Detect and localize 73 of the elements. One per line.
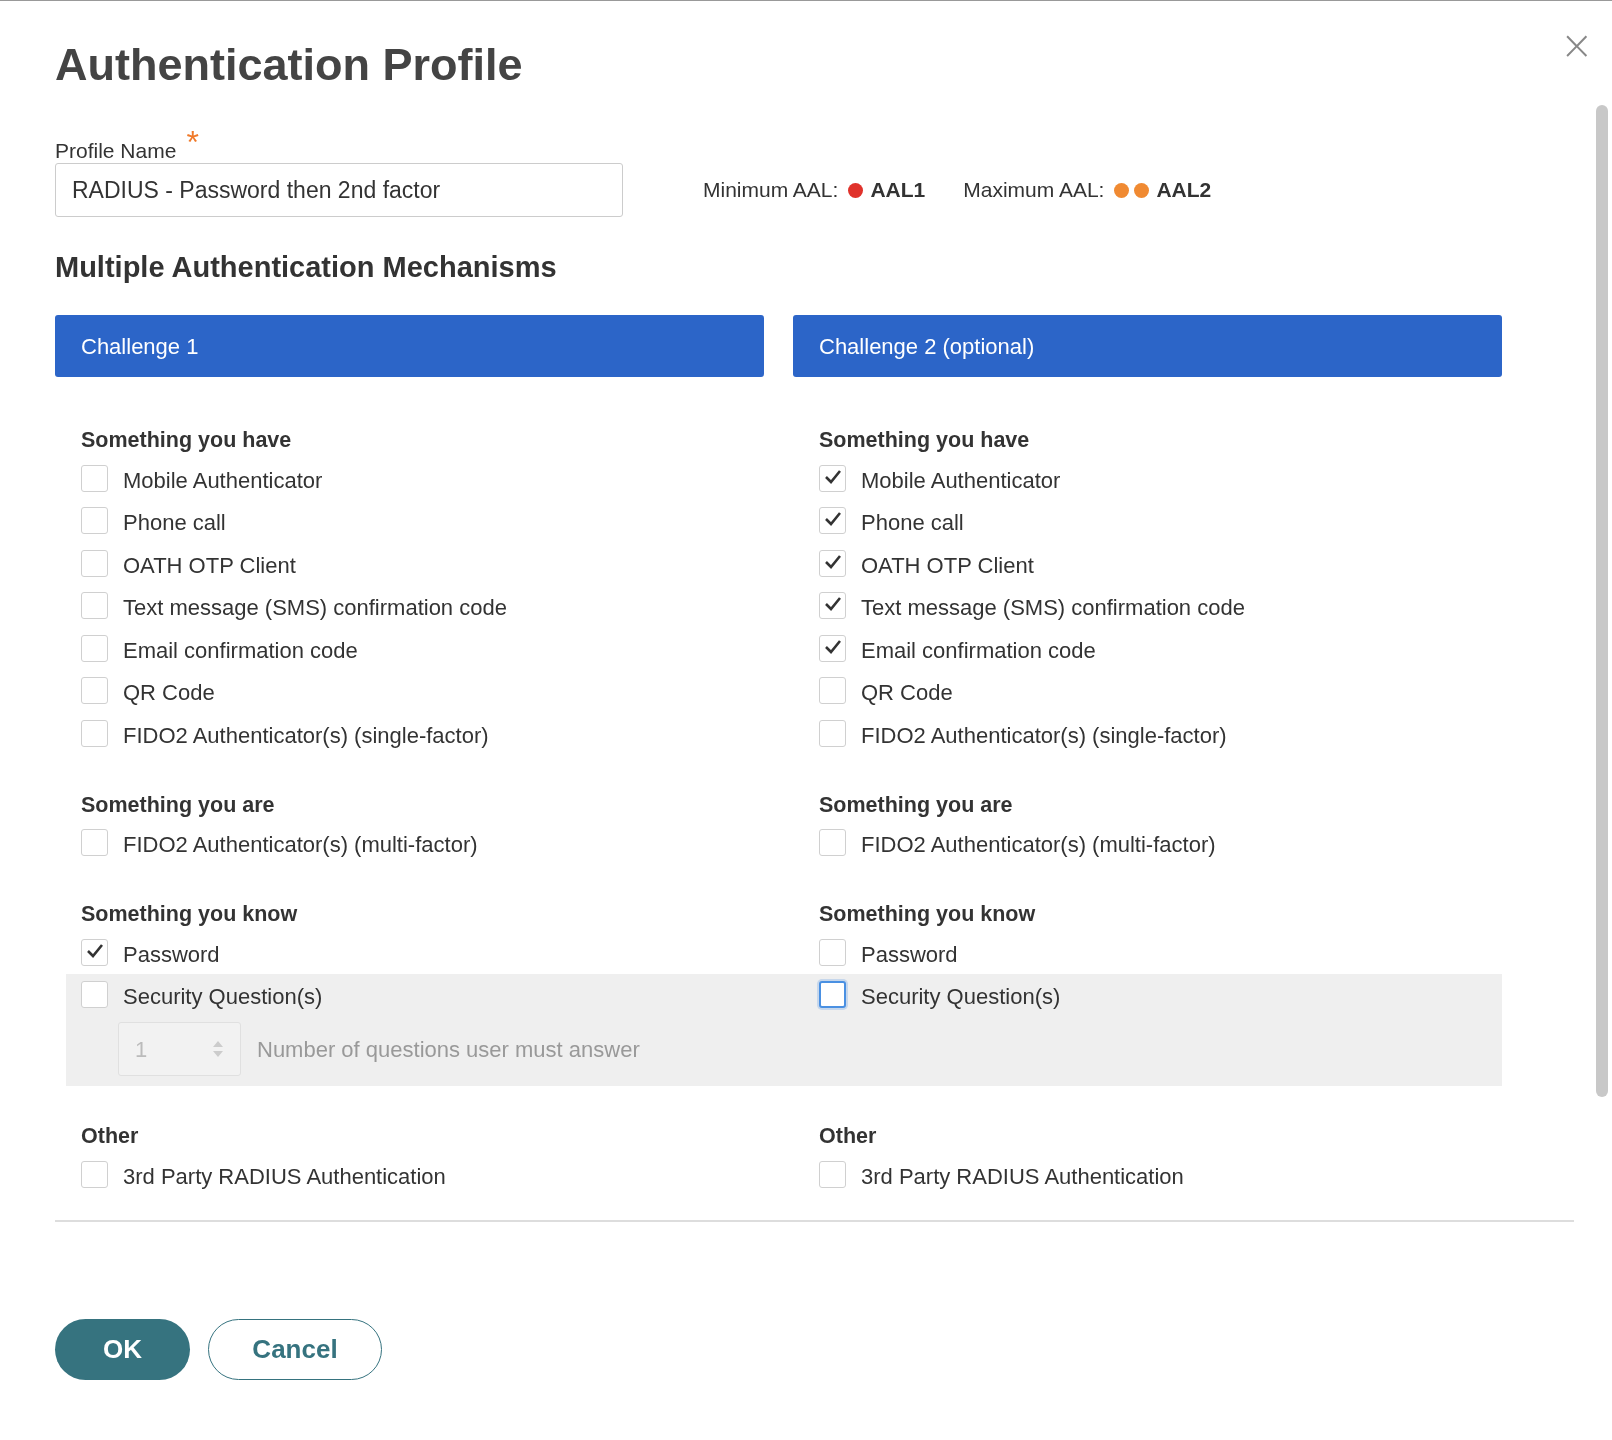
challenge-header: Challenge 2 (optional) (793, 315, 1502, 377)
checkbox[interactable] (819, 719, 846, 747)
checkbox-label: Text message (SMS) confirmation code (861, 594, 1245, 623)
checkbox-label: QR Code (861, 679, 953, 708)
checkbox-label: FIDO2 Authenticator(s) (single-factor) (123, 721, 489, 750)
field-label: Profile Name (55, 138, 177, 164)
checkbox[interactable] (819, 549, 846, 577)
checkbox[interactable] (81, 938, 108, 966)
group-title: Something you are (818, 791, 1014, 819)
checkbox-label: Email confirmation code (861, 636, 1096, 665)
checkbox[interactable] (81, 1160, 108, 1188)
checkmark-icon (824, 511, 842, 528)
required-mark: * (186, 127, 199, 157)
checkbox-label: OATH OTP Client (123, 551, 296, 580)
group-title: Something you have (818, 427, 1031, 454)
checkbox[interactable] (81, 677, 108, 705)
close-button[interactable]: × (1560, 27, 1594, 63)
group-title: Other (80, 1123, 140, 1150)
checkbox[interactable] (81, 592, 108, 620)
checkbox-label: Security Question(s) (123, 983, 323, 1012)
checkbox-label: FIDO2 Authenticator(s) (single-factor) (861, 721, 1227, 750)
checkbox-label: QR Code (123, 679, 215, 708)
checkbox[interactable] (81, 829, 108, 857)
checkbox-label: Text message (SMS) confirmation code (123, 594, 507, 623)
checkbox-label: 3rd Party RADIUS Authentication (123, 1162, 446, 1191)
checkbox[interactable] (819, 938, 846, 966)
checkbox-label: Password (861, 940, 958, 969)
checkbox-label: Phone call (123, 509, 226, 538)
cancel-button[interactable]: Cancel (208, 1318, 382, 1380)
checkmark-icon (824, 638, 842, 655)
checkbox[interactable] (819, 634, 846, 662)
checkbox-label: OATH OTP Client (861, 551, 1034, 580)
group-title: Something you know (80, 901, 299, 928)
group-title: Something you have (80, 427, 293, 454)
checkbox-label: FIDO2 Authenticator(s) (multi-factor) (861, 831, 1216, 860)
checkbox[interactable] (81, 549, 108, 577)
ok-button[interactable]: OK (55, 1318, 190, 1380)
checkmark-icon (824, 596, 842, 613)
profile-name-field[interactable]: RADIUS - Password then 2nd factor (55, 163, 623, 217)
checkbox[interactable] (819, 1160, 846, 1188)
checkbox[interactable] (819, 464, 846, 492)
checkmark-icon (86, 942, 104, 959)
group-title: Other (818, 1123, 878, 1150)
challenge-header: Challenge 1 (55, 315, 764, 377)
dialog-title: Authentication Profile (55, 38, 524, 92)
checkmark-icon (824, 468, 842, 485)
checkbox[interactable] (81, 719, 108, 747)
aal-label: Minimum AAL: (703, 177, 839, 204)
aal-value: AAL1 (870, 177, 926, 204)
field-hint: Number of questions user must answer (257, 1035, 640, 1064)
group-title: Something you know (818, 901, 1037, 928)
checkbox-label: Mobile Authenticator (861, 466, 1061, 495)
checkbox-label: Mobile Authenticator (123, 466, 323, 495)
group-title: Something you are (80, 791, 276, 819)
checkbox-label: Password (123, 940, 220, 969)
checkbox-label: Email confirmation code (123, 636, 358, 665)
checkbox[interactable] (81, 634, 108, 662)
checkmark-icon (824, 553, 842, 570)
checkbox[interactable] (819, 677, 846, 705)
checkbox-label: FIDO2 Authenticator(s) (multi-factor) (123, 831, 478, 860)
checkbox-label: Security Question(s) (861, 983, 1061, 1012)
checkbox[interactable] (819, 592, 846, 620)
aal-label: Maximum AAL: (963, 177, 1105, 204)
scrollbar[interactable] (1596, 105, 1608, 1097)
checkbox[interactable] (819, 507, 846, 535)
checkbox[interactable] (81, 464, 108, 492)
aal-value: AAL2 (1156, 177, 1212, 204)
checkbox[interactable] (819, 829, 846, 857)
section-title: Multiple Authentication Mechanisms (55, 250, 558, 285)
checkbox-label: Phone call (861, 509, 964, 538)
checkbox-label: 3rd Party RADIUS Authentication (861, 1162, 1184, 1191)
checkbox[interactable] (81, 507, 108, 535)
checkbox[interactable] (81, 981, 108, 1009)
